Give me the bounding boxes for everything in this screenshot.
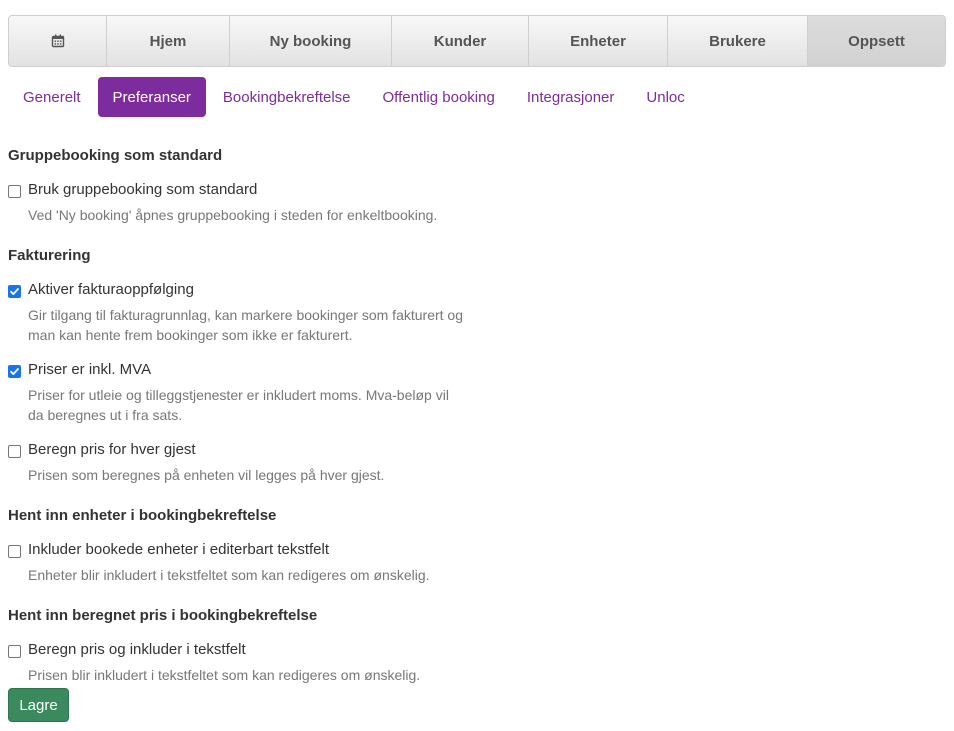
- settings-subnav: Generelt Preferanser Bookingbekreftelse …: [8, 77, 702, 117]
- section-title: Gruppebooking som standard: [8, 147, 223, 164]
- option: Aktiver fakturaoppfølging Gir tilgang ti…: [8, 280, 528, 345]
- checkbox-label[interactable]: Beregn pris for hver gjest: [28, 440, 196, 460]
- checkbox[interactable]: [8, 545, 21, 558]
- help-text: Prisen blir inkludert i tekstfeltet som …: [28, 667, 421, 683]
- checkbox-label[interactable]: Inkluder bookede enheter i editerbart te…: [28, 540, 329, 560]
- section-title: Hent inn enheter i bookingbekreftelse: [8, 507, 277, 524]
- section-enheter-bekreftelse: Hent inn enheter i bookingbekreftelse In…: [8, 506, 528, 585]
- tab-offentlig-booking[interactable]: Offentlig booking: [368, 77, 510, 117]
- tab-generelt[interactable]: Generelt: [8, 77, 96, 117]
- section-gruppebooking: Gruppebooking som standard Bruk gruppebo…: [8, 146, 528, 225]
- help-text: Gir tilgang til fakturagrunnlag, kan mar…: [28, 307, 463, 343]
- help-text: Priser for utleie og tilleggstjenester e…: [28, 387, 449, 423]
- nav-hjem[interactable]: Hjem: [107, 16, 230, 66]
- checkbox[interactable]: [8, 185, 21, 198]
- main-nav: Hjem Ny booking Kunder Enheter Brukere O…: [8, 15, 946, 67]
- tab-integrasjoner[interactable]: Integrasjoner: [512, 77, 630, 117]
- nav-oppsett[interactable]: Oppsett: [808, 16, 945, 66]
- help-text: Enheter blir inkludert i tekstfeltet som…: [28, 567, 430, 583]
- checkbox-label[interactable]: Bruk gruppebooking som standard: [28, 180, 257, 200]
- section-title: Hent inn beregnet pris i bookingbekrefte…: [8, 607, 318, 624]
- option-row: Priser er inkl. MVA: [8, 360, 528, 380]
- section-pris-bekreftelse: Hent inn beregnet pris i bookingbekrefte…: [8, 606, 528, 685]
- nav-brukere[interactable]: Brukere: [668, 16, 808, 66]
- help-text: Prisen som beregnes på enheten vil legge…: [28, 467, 385, 483]
- calendar-icon: [51, 34, 65, 48]
- nav-calendar[interactable]: [9, 16, 107, 66]
- option-row: Aktiver fakturaoppfølging: [8, 280, 528, 300]
- tab-unloc[interactable]: Unloc: [631, 77, 699, 117]
- option: Priser er inkl. MVA Priser for utleie og…: [8, 360, 528, 425]
- checkbox-label[interactable]: Beregn pris og inkluder i tekstfelt: [28, 640, 246, 660]
- section-title: Fakturering: [8, 247, 91, 264]
- nav-kunder[interactable]: Kunder: [392, 16, 529, 66]
- tab-preferanser[interactable]: Preferanser: [97, 77, 206, 117]
- section-fakturering: Fakturering Aktiver fakturaoppfølging Gi…: [8, 246, 528, 485]
- tab-bookingbekreftelse[interactable]: Bookingbekreftelse: [208, 77, 366, 117]
- checkbox[interactable]: [8, 645, 21, 658]
- option-row: Inkluder bookede enheter i editerbart te…: [8, 540, 528, 560]
- option-row: Bruk gruppebooking som standard: [8, 180, 528, 200]
- checkbox-label[interactable]: Aktiver fakturaoppfølging: [28, 280, 194, 300]
- checkbox[interactable]: [8, 365, 21, 378]
- option: Beregn pris og inkluder i tekstfelt Pris…: [8, 640, 528, 685]
- save-button[interactable]: Lagre: [8, 688, 69, 722]
- preferences-form: Gruppebooking som standard Bruk gruppebo…: [8, 146, 528, 706]
- nav-ny-booking[interactable]: Ny booking: [230, 16, 392, 66]
- checkbox-label[interactable]: Priser er inkl. MVA: [28, 360, 151, 380]
- nav-enheter[interactable]: Enheter: [529, 16, 668, 66]
- option: Inkluder bookede enheter i editerbart te…: [8, 540, 528, 585]
- option-row: Beregn pris og inkluder i tekstfelt: [8, 640, 528, 660]
- option: Beregn pris for hver gjest Prisen som be…: [8, 440, 528, 485]
- help-text: Ved 'Ny booking' åpnes gruppebooking i s…: [28, 207, 438, 223]
- checkbox[interactable]: [8, 445, 21, 458]
- checkbox[interactable]: [8, 285, 21, 298]
- option: Bruk gruppebooking som standard Ved 'Ny …: [8, 180, 528, 225]
- option-row: Beregn pris for hver gjest: [8, 440, 528, 460]
